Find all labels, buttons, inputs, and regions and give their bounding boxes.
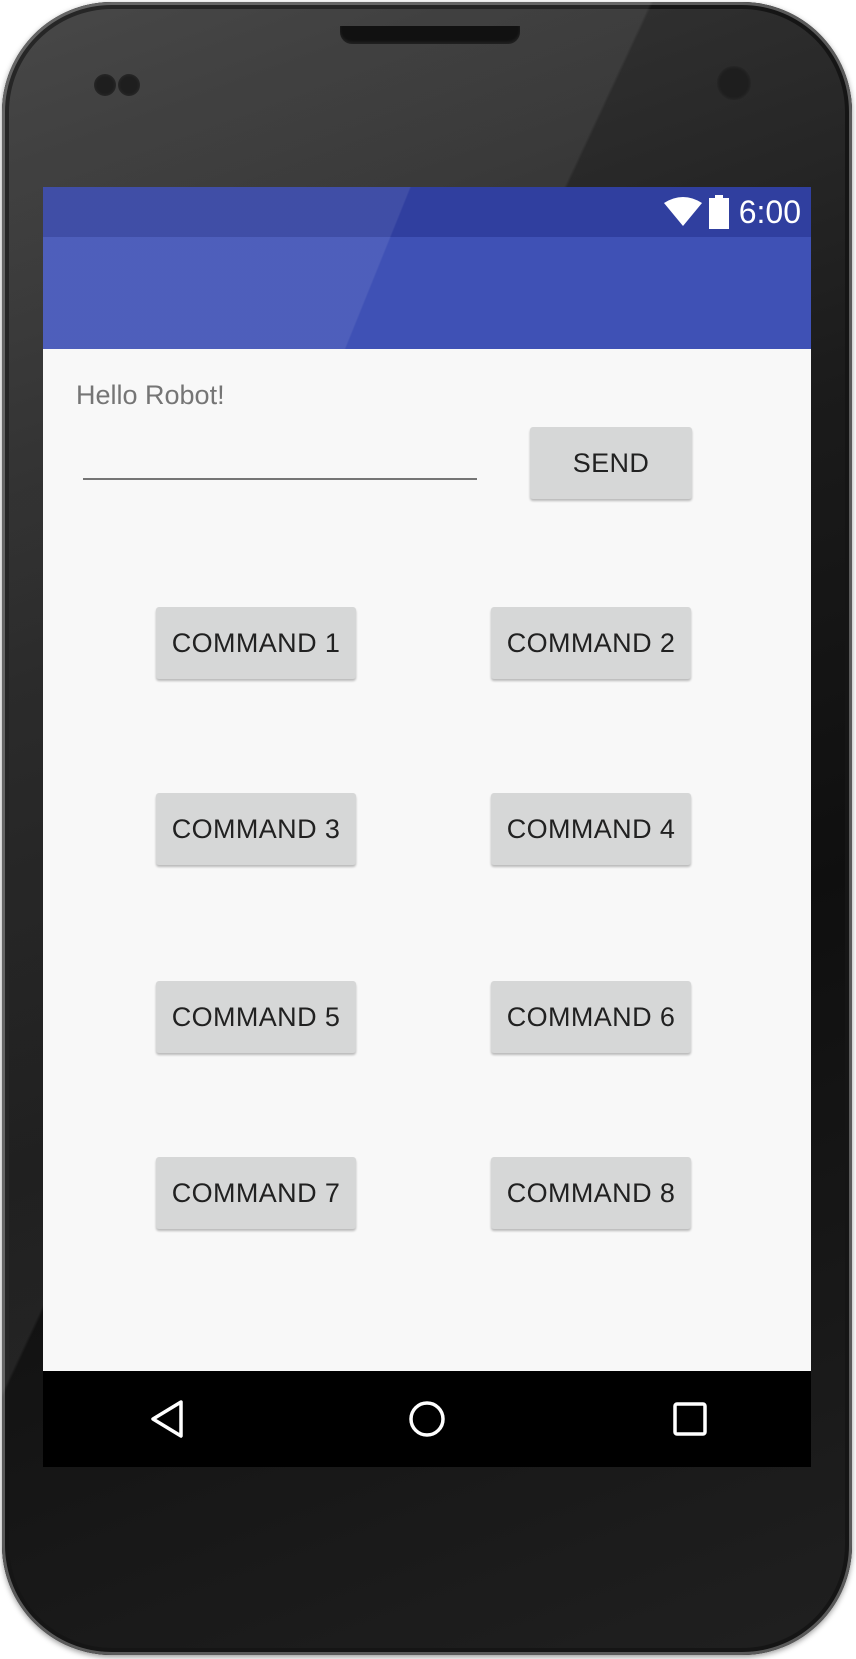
status-icons: 6:00 xyxy=(663,187,801,237)
command-2-button[interactable]: COMMAND 2 xyxy=(491,607,691,679)
back-icon xyxy=(151,1400,183,1438)
command-3-button[interactable]: COMMAND 3 xyxy=(156,793,356,865)
proximity-sensor xyxy=(94,74,116,96)
home-icon xyxy=(409,1401,445,1437)
recents-icon xyxy=(673,1402,707,1436)
app-bar xyxy=(43,237,811,349)
recents-button[interactable] xyxy=(666,1395,714,1443)
home-button[interactable] xyxy=(403,1395,451,1443)
command-1-button[interactable]: COMMAND 1 xyxy=(156,607,356,679)
status-bar: 6:00 xyxy=(43,187,811,237)
command-7-button[interactable]: COMMAND 7 xyxy=(156,1157,356,1229)
command-8-button[interactable]: COMMAND 8 xyxy=(491,1157,691,1229)
message-input[interactable] xyxy=(83,430,477,480)
command-4-button[interactable]: COMMAND 4 xyxy=(491,793,691,865)
earpiece-speaker xyxy=(340,26,520,44)
send-button[interactable]: SEND xyxy=(530,427,692,499)
command-6-button[interactable]: COMMAND 6 xyxy=(491,981,691,1053)
light-sensor xyxy=(118,74,140,96)
back-button[interactable] xyxy=(143,1395,191,1443)
phone-screen: 6:00 Hello Robot! SEND COMMAND 1 COMMAND… xyxy=(43,187,811,1467)
command-5-button[interactable]: COMMAND 5 xyxy=(156,981,356,1053)
navigation-bar xyxy=(43,1371,811,1467)
wifi-icon xyxy=(663,197,702,226)
front-camera xyxy=(717,66,751,100)
battery-icon xyxy=(708,195,729,229)
status-clock: 6:00 xyxy=(738,193,801,230)
greeting-text: Hello Robot! xyxy=(76,380,225,410)
